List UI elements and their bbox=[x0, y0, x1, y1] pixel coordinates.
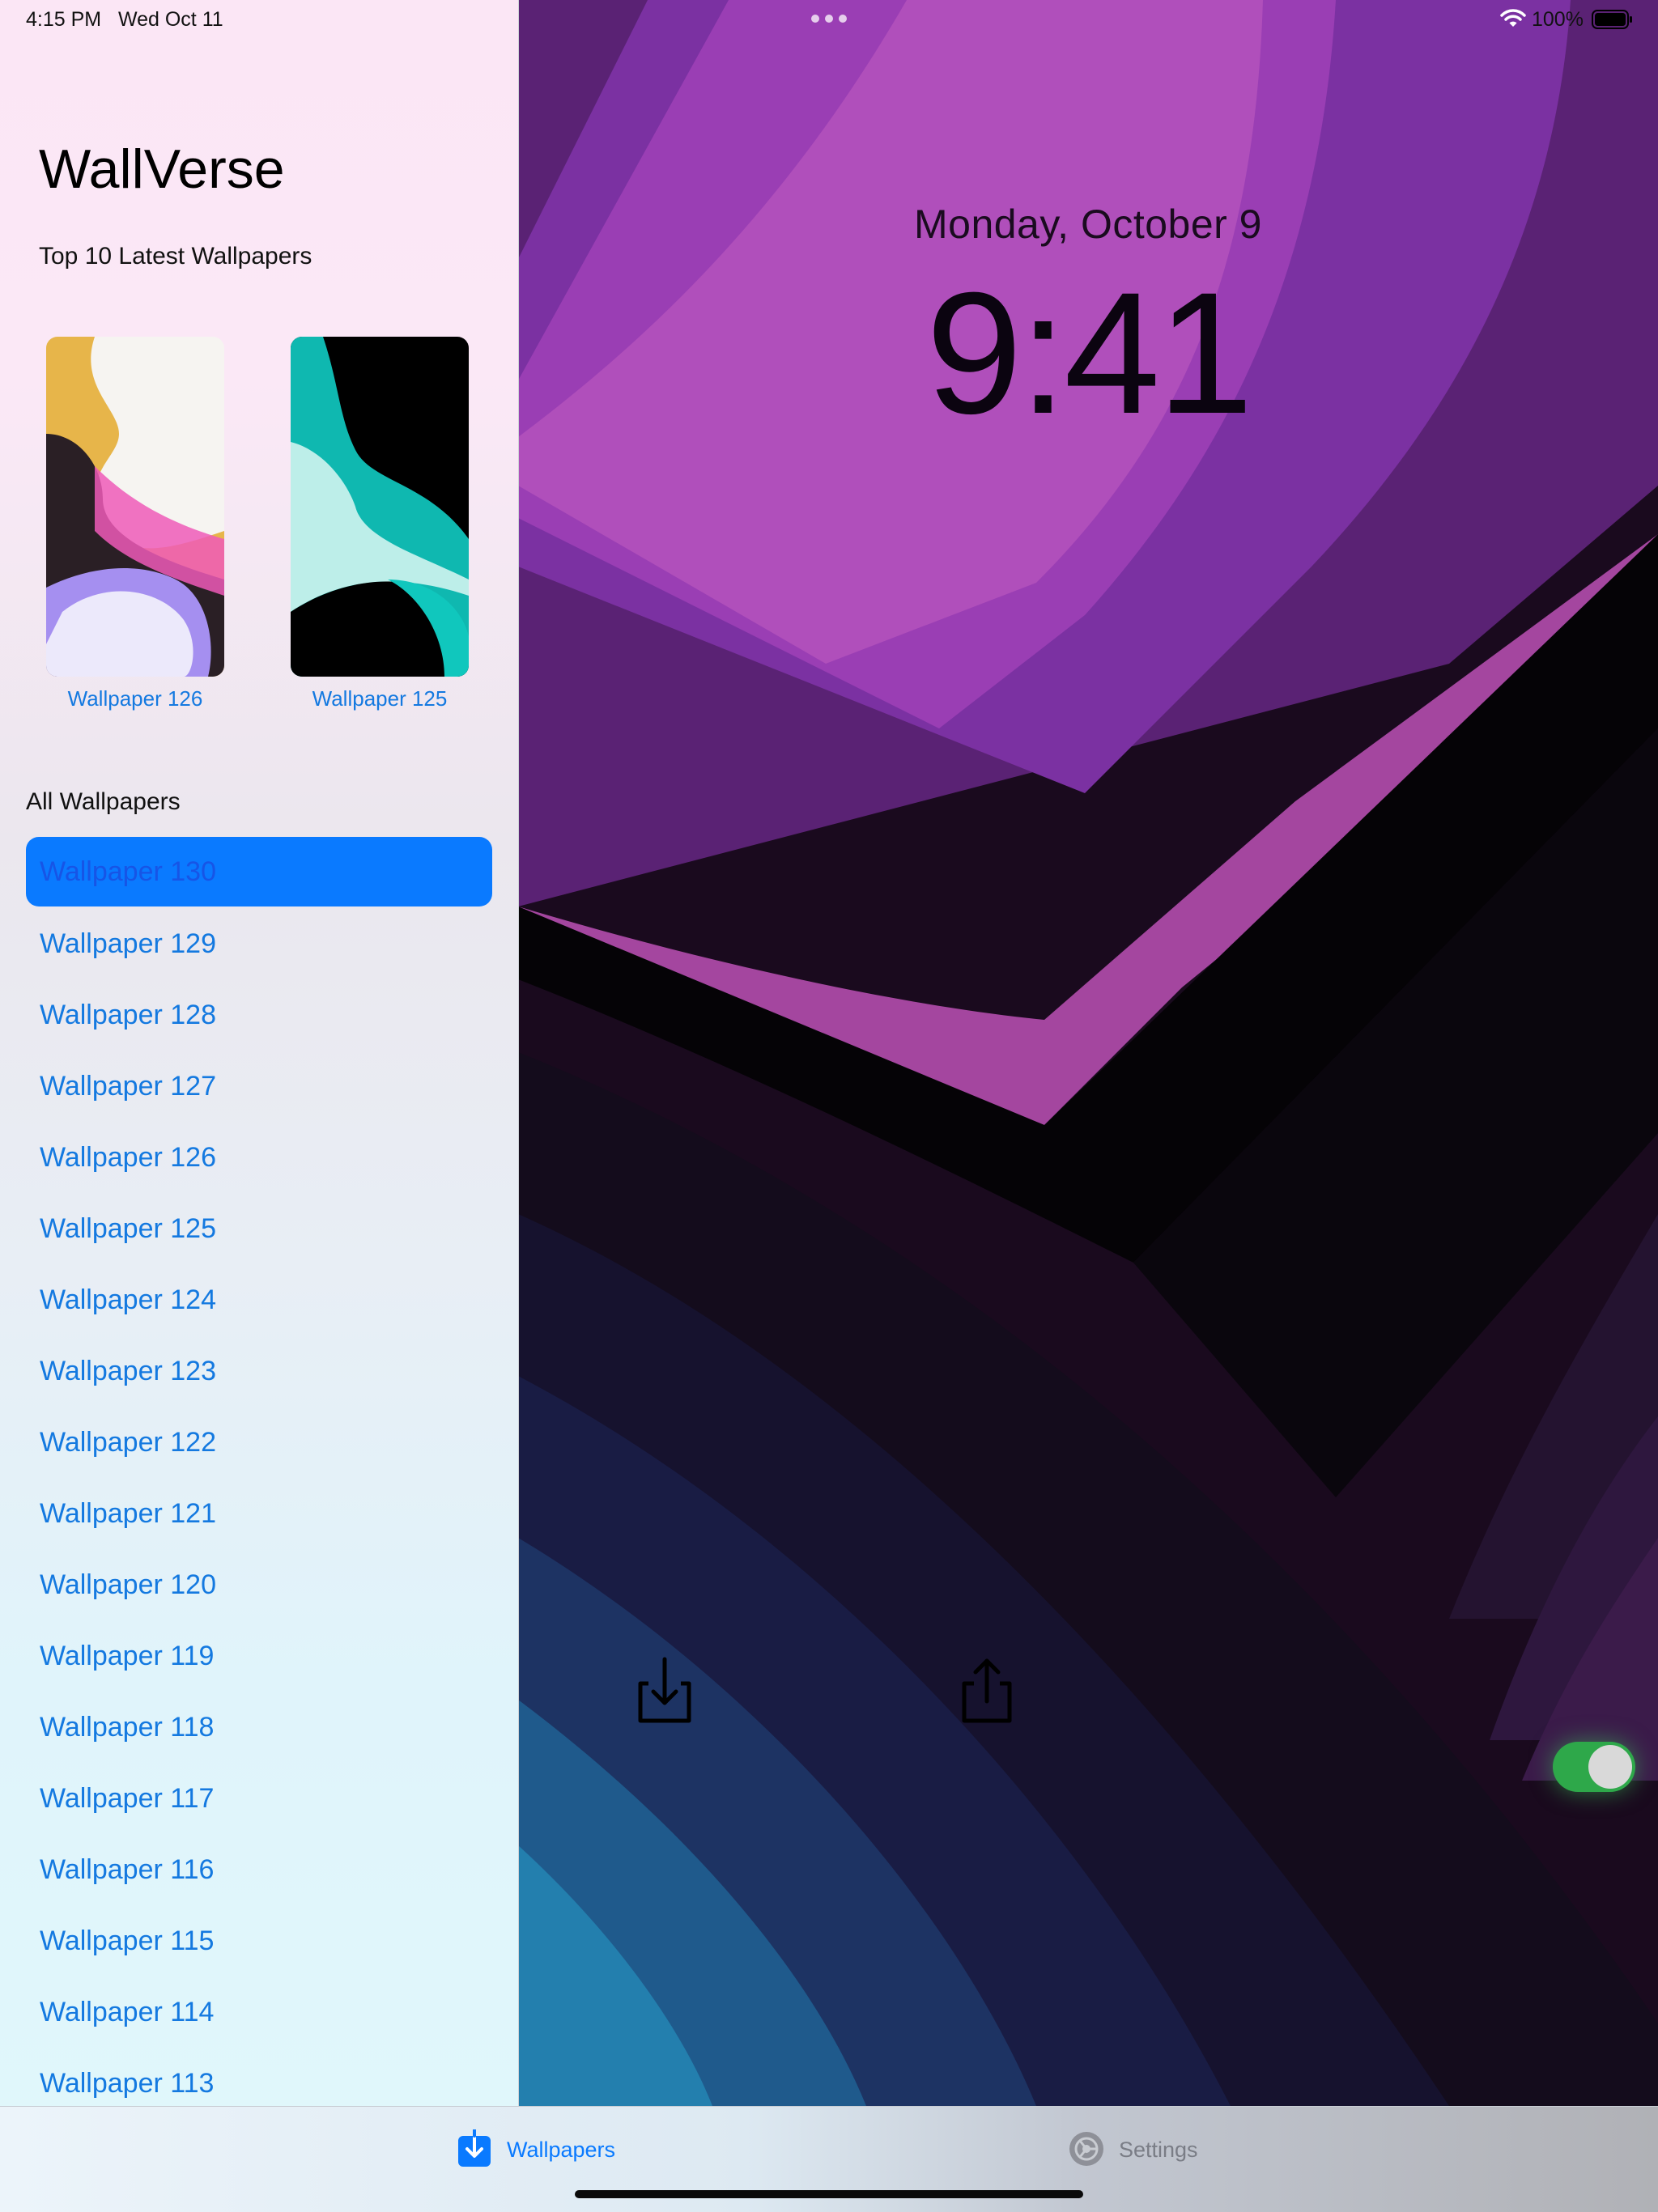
battery-percentage: 100% bbox=[1532, 8, 1584, 31]
status-date: Wed Oct 11 bbox=[117, 8, 223, 31]
share-icon[interactable] bbox=[956, 1656, 1018, 1726]
wallpaper-list-item[interactable]: Wallpaper 115 bbox=[26, 1905, 492, 1976]
latest-wallpaper-card[interactable]: Wallpaper 126 bbox=[46, 337, 224, 711]
latest-wallpaper-card[interactable]: Wallpaper 125 bbox=[291, 337, 469, 711]
home-indicator[interactable] bbox=[575, 2190, 1083, 2198]
wallpaper-thumbnail bbox=[46, 337, 224, 677]
wallpaper-list-item[interactable]: Wallpaper 123 bbox=[26, 1335, 492, 1407]
latest-wallpaper-label: Wallpaper 126 bbox=[67, 686, 203, 711]
wallpaper-list-item[interactable]: Wallpaper 113 bbox=[26, 2048, 492, 2106]
wallpaper-list-item[interactable]: Wallpaper 129 bbox=[26, 908, 492, 979]
wallpaper-preview: Monday, October 9 9:41 bbox=[518, 0, 1658, 2106]
sidebar: WallVerse Top 10 Latest Wallpapers Wallp… bbox=[0, 0, 519, 2106]
download-tab-icon bbox=[457, 2128, 492, 2168]
wallpaper-list-item[interactable]: Wallpaper 118 bbox=[26, 1692, 492, 1763]
status-bar: 4:15 PM Wed Oct 11 100% bbox=[0, 0, 1658, 39]
latest-wallpapers-heading: Top 10 Latest Wallpapers bbox=[39, 243, 312, 270]
wallpaper-thumbnail bbox=[291, 337, 469, 677]
tab-wallpapers[interactable]: Wallpapers bbox=[457, 2128, 635, 2170]
all-wallpapers-heading: All Wallpapers bbox=[26, 788, 181, 815]
tab-settings[interactable]: Settings bbox=[1069, 2129, 1231, 2170]
wallpaper-list-item[interactable]: Wallpaper 125 bbox=[26, 1193, 492, 1264]
app-title: WallVerse bbox=[39, 138, 285, 200]
download-icon[interactable] bbox=[634, 1656, 695, 1726]
latest-wallpaper-label: Wallpaper 125 bbox=[312, 686, 448, 711]
wallpaper-list-item[interactable]: Wallpaper 120 bbox=[26, 1549, 492, 1620]
wallpaper-list-item[interactable]: Wallpaper 121 bbox=[26, 1478, 492, 1549]
wallpaper-list-item[interactable]: Wallpaper 124 bbox=[26, 1264, 492, 1335]
wallpaper-list-item[interactable]: Wallpaper 119 bbox=[26, 1620, 492, 1692]
wifi-icon bbox=[1499, 8, 1527, 29]
lock-screen-time: 9:41 bbox=[925, 257, 1254, 450]
wallpaper-list: Wallpaper 130 Wallpaper 129 Wallpaper 12… bbox=[26, 837, 492, 2106]
lock-screen-date: Monday, October 9 bbox=[913, 202, 1262, 247]
multitask-dots-icon[interactable] bbox=[811, 15, 847, 23]
tab-label: Wallpapers bbox=[507, 2138, 616, 2162]
wallpaper-list-item[interactable]: Wallpaper 116 bbox=[26, 1834, 492, 1905]
battery-full-icon bbox=[1592, 9, 1634, 30]
wallpaper-list-item[interactable]: Wallpaper 127 bbox=[26, 1051, 492, 1122]
status-time: 4:15 PM bbox=[26, 8, 102, 31]
settings-gear-icon bbox=[1069, 2129, 1104, 2168]
tab-label: Settings bbox=[1119, 2138, 1198, 2162]
wallpaper-list-item[interactable]: Wallpaper 128 bbox=[26, 979, 492, 1051]
status-time-date: 4:15 PM Wed Oct 11 bbox=[26, 8, 223, 32]
toggle-knob bbox=[1588, 1745, 1632, 1789]
wallpaper-list-item[interactable]: Wallpaper 126 bbox=[26, 1122, 492, 1193]
wallpaper-list-item[interactable]: Wallpaper 117 bbox=[26, 1763, 492, 1834]
lock-screen-preview-toggle[interactable] bbox=[1553, 1742, 1635, 1792]
wallpaper-list-item[interactable]: Wallpaper 130 bbox=[26, 837, 492, 906]
wallpaper-list-item[interactable]: Wallpaper 122 bbox=[26, 1407, 492, 1478]
wallpaper-list-item[interactable]: Wallpaper 114 bbox=[26, 1976, 492, 2048]
